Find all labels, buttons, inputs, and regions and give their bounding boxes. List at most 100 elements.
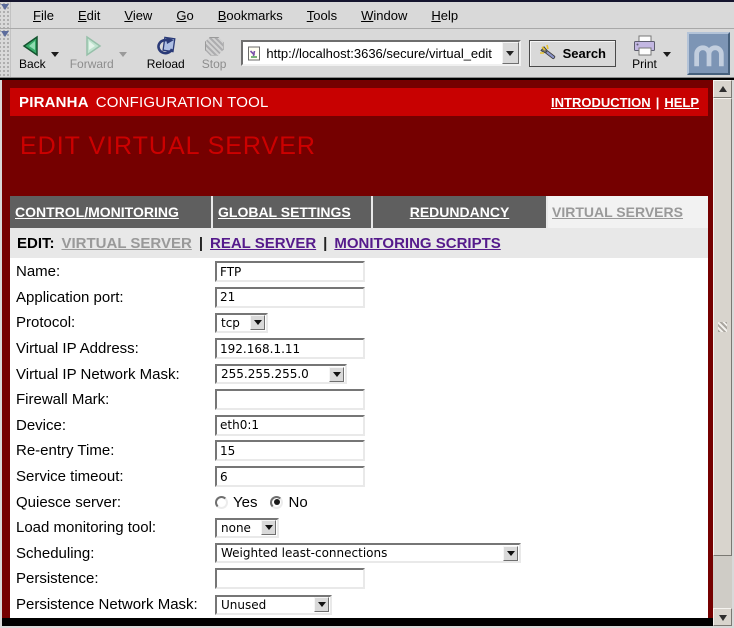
field-label-device: Device: xyxy=(16,417,215,434)
protocol-select[interactable]: tcp xyxy=(215,313,268,333)
menu-bookmarks[interactable]: Bookmarks xyxy=(206,8,295,23)
menu-bar: FileEditViewGoBookmarksToolsWindowHelp xyxy=(0,0,734,29)
back-button-label: Back xyxy=(19,57,46,71)
field-label-name: Name: xyxy=(16,263,215,280)
brand-title-rest: CONFIGURATION TOOL xyxy=(96,94,269,111)
menu-items: FileEditViewGoBookmarksToolsWindowHelp xyxy=(11,8,470,23)
menu-tools[interactable]: Tools xyxy=(295,8,349,23)
quiesce-server-radio-yes[interactable] xyxy=(215,496,228,509)
application-port-input[interactable] xyxy=(215,287,365,308)
virtual-ip-network-mask-select[interactable]: 255.255.255.0 xyxy=(215,364,347,384)
reload-icon xyxy=(154,35,178,57)
field-label-service-timeout: Service timeout: xyxy=(16,468,215,485)
reload-button-label: Reload xyxy=(147,57,185,71)
subnav-bar: EDIT: VIRTUAL SERVER|REAL SERVER|MONITOR… xyxy=(10,228,708,258)
radio-label-yes: Yes xyxy=(233,494,257,511)
name-input[interactable] xyxy=(215,261,365,282)
stop-icon xyxy=(205,35,224,57)
page-title: EDIT VIRTUAL SERVER xyxy=(20,132,316,161)
subnav-separator: | xyxy=(323,235,327,252)
persistence-input[interactable] xyxy=(215,568,365,589)
firewall-mark-input[interactable] xyxy=(215,389,365,410)
stop-button[interactable]: Stop xyxy=(197,31,232,75)
form-row-device: Device: xyxy=(10,413,708,439)
reload-button[interactable]: Reload xyxy=(142,31,190,75)
load-monitoring-tool-select[interactable]: none xyxy=(215,518,279,538)
menu-file[interactable]: File xyxy=(21,8,66,23)
introduction-link[interactable]: INTRODUCTION xyxy=(551,95,651,110)
persistence-network-mask-select[interactable]: Unused xyxy=(215,595,332,615)
field-label-application-port: Application port: xyxy=(16,289,215,306)
help-link[interactable]: HELP xyxy=(664,95,699,110)
virtual-server-form: Name:Application port:Protocol:tcpVirtua… xyxy=(10,258,708,618)
form-row-load-monitoring-tool: Load monitoring tool:none xyxy=(10,515,708,541)
url-input[interactable]: http://localhost:3636/secure/virtual_edi… xyxy=(266,46,501,61)
menu-edit[interactable]: Edit xyxy=(66,8,112,23)
form-rows: Name:Application port:Protocol:tcpVirtua… xyxy=(10,259,708,617)
form-row-protocol: Protocol:tcp xyxy=(10,310,708,336)
tab-control-monitoring[interactable]: CONTROL/MONITORING xyxy=(10,196,211,228)
select-dropdown-arrow-icon[interactable] xyxy=(250,315,265,330)
forward-arrow-icon xyxy=(80,35,104,57)
navigation-toolbar: Back Forward Reload Stop xyxy=(0,29,734,78)
menubar-grippy-handle[interactable] xyxy=(0,2,11,28)
tab-global-settings[interactable]: GLOBAL SETTINGS xyxy=(211,196,371,228)
bottom-divider-bar xyxy=(2,618,713,626)
subnav-link-real-server[interactable]: REAL SERVER xyxy=(210,235,316,252)
forward-button-label: Forward xyxy=(70,57,114,71)
tab-virtual-servers[interactable]: VIRTUAL SERVERS xyxy=(546,196,708,228)
select-value: none xyxy=(217,521,261,535)
form-row-virtual-ip-address: Virtual IP Address: xyxy=(10,336,708,362)
url-bar[interactable]: http://localhost:3636/secure/virtual_edi… xyxy=(241,40,520,66)
print-button[interactable]: Print xyxy=(626,31,663,75)
forward-dropdown-arrow-icon[interactable] xyxy=(119,52,127,57)
form-row-quiesce-server: Quiesce server:YesNo xyxy=(10,489,708,515)
device-input[interactable] xyxy=(215,415,365,436)
vertical-scrollbar[interactable] xyxy=(713,80,732,626)
select-dropdown-arrow-icon[interactable] xyxy=(314,597,329,612)
form-row-persistence: Persistence: xyxy=(10,566,708,592)
banner-links: INTRODUCTION | HELP xyxy=(551,95,699,110)
select-value: tcp xyxy=(217,316,250,330)
scroll-down-icon[interactable] xyxy=(713,608,732,626)
print-dropdown-arrow-icon[interactable] xyxy=(663,52,671,57)
field-label-virtual-ip-address: Virtual IP Address: xyxy=(16,340,215,357)
form-row-application-port: Application port: xyxy=(10,285,708,311)
scroll-up-icon[interactable] xyxy=(713,80,732,98)
menu-view[interactable]: View xyxy=(112,8,164,23)
mozilla-logo[interactable] xyxy=(687,32,730,75)
scrollbar-thumb[interactable] xyxy=(713,98,732,556)
form-row-service-timeout: Service timeout: xyxy=(10,464,708,490)
tab-redundancy[interactable]: REDUNDANCY xyxy=(371,196,546,228)
field-label-load-monitoring-tool: Load monitoring tool: xyxy=(16,519,215,536)
field-label-persistence: Persistence: xyxy=(16,570,215,587)
url-history-dropdown-icon[interactable] xyxy=(502,42,519,64)
scheduling-select[interactable]: Weighted least-connections xyxy=(215,543,521,563)
browser-content-area: PIRANHA CONFIGURATION TOOL INTRODUCTION … xyxy=(0,80,734,628)
menu-help[interactable]: Help xyxy=(419,8,470,23)
field-label-protocol: Protocol: xyxy=(16,314,215,331)
subnav-link-monitoring-scripts[interactable]: MONITORING SCRIPTS xyxy=(334,235,500,252)
subnav-separator: | xyxy=(199,235,203,252)
back-dropdown-arrow-icon[interactable] xyxy=(51,52,59,57)
subnav-prefix: EDIT: xyxy=(17,235,55,252)
form-row-firewall-mark: Firewall Mark: xyxy=(10,387,708,413)
search-button[interactable]: Search xyxy=(529,40,616,67)
field-label-persistence-network-mask: Persistence Network Mask: xyxy=(16,596,215,613)
select-dropdown-arrow-icon[interactable] xyxy=(329,367,344,382)
menu-window[interactable]: Window xyxy=(349,8,419,23)
select-value: 255.255.255.0 xyxy=(217,367,329,381)
forward-button[interactable]: Forward xyxy=(65,31,119,75)
search-flashlight-icon xyxy=(539,44,558,62)
back-button[interactable]: Back xyxy=(14,31,51,75)
radio-label-no: No xyxy=(288,494,307,511)
service-timeout-input[interactable] xyxy=(215,466,365,487)
quiesce-server-radio-no[interactable] xyxy=(270,496,283,509)
form-row-scheduling: Scheduling:Weighted least-connections xyxy=(10,541,708,567)
toolbar-grippy-handle[interactable] xyxy=(0,29,11,77)
select-dropdown-arrow-icon[interactable] xyxy=(503,546,518,561)
virtual-ip-address-input[interactable] xyxy=(215,338,365,359)
select-dropdown-arrow-icon[interactable] xyxy=(261,520,276,535)
menu-go[interactable]: Go xyxy=(164,8,205,23)
re-entry-time-input[interactable] xyxy=(215,440,365,461)
